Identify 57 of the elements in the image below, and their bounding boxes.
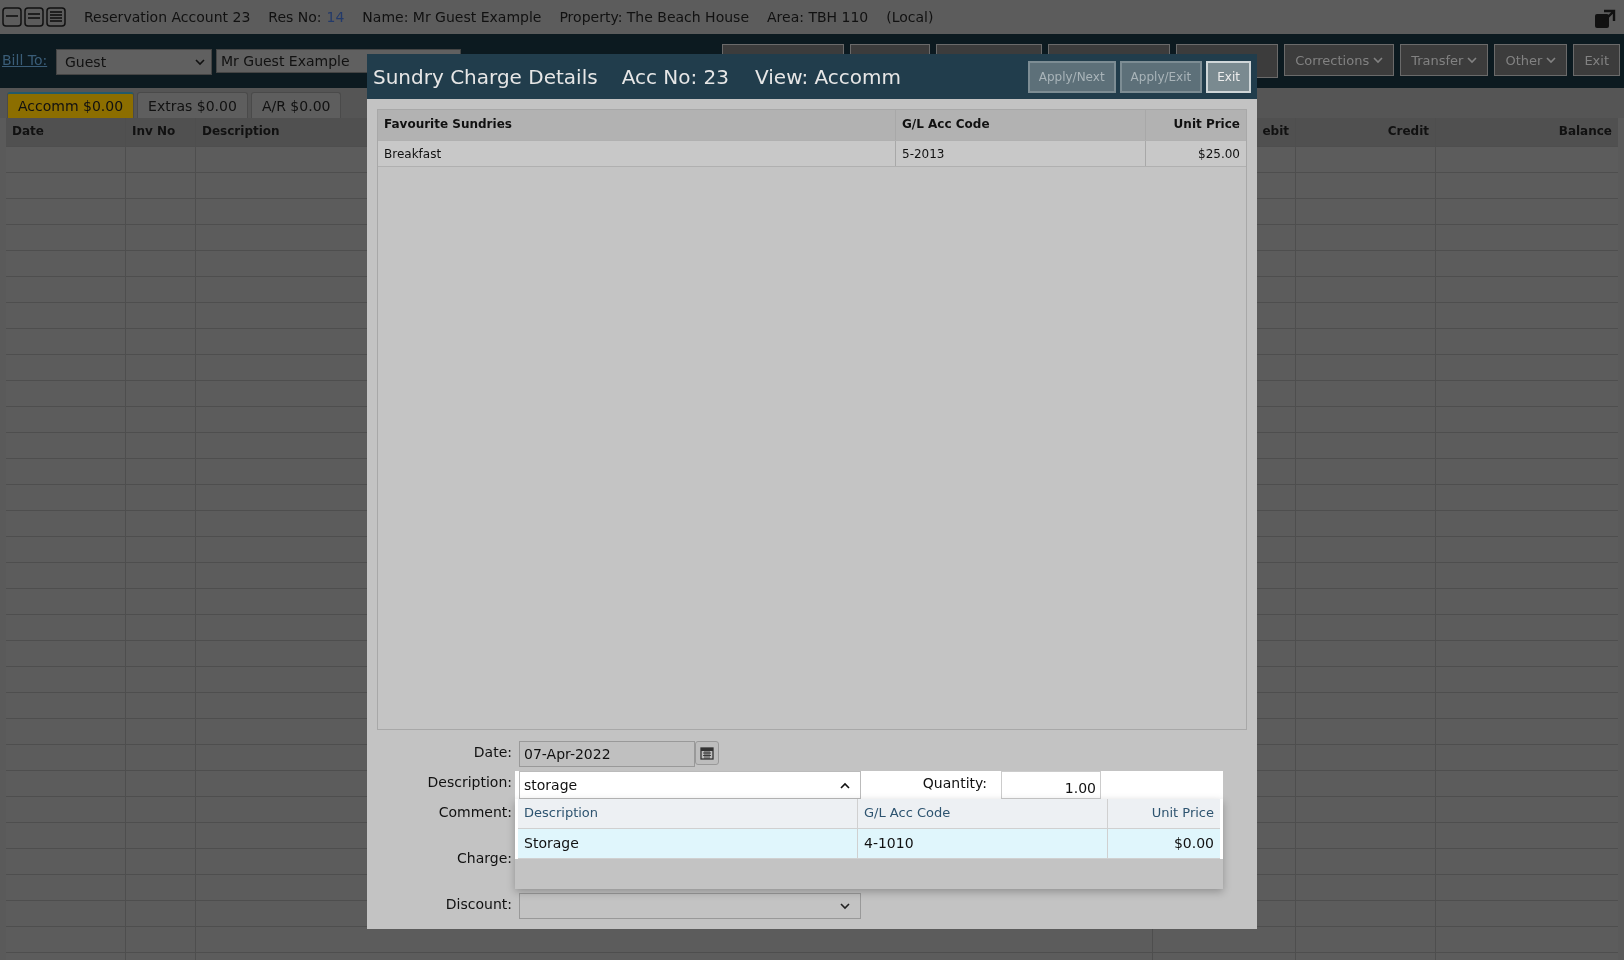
toolbar-button[interactable]: Transfer [1400, 44, 1489, 76]
toolbar-button[interactable]: Exit [1573, 44, 1620, 76]
column-header: Unit Price [1150, 804, 1215, 822]
discount-select[interactable] [519, 893, 861, 919]
field-label: Description: [426, 773, 513, 790]
guest-name: Name: Mr Guest Example [362, 9, 542, 25]
lines-icon [24, 7, 44, 27]
date-field[interactable]: 07-Apr-2022 [519, 741, 695, 767]
description-field[interactable]: storage [519, 771, 861, 799]
external-link-icon [1594, 9, 1616, 29]
reservation-title: Reservation Account 23 [84, 9, 251, 25]
field-label: Quantity: [921, 774, 988, 791]
column-header: G/L Acc Code [858, 799, 1108, 828]
area-label: Area: TBH 110 [767, 9, 869, 25]
column-header: G/L Acc Code [896, 110, 1146, 140]
lines-icon [2, 7, 22, 27]
layout-button[interactable] [24, 7, 44, 27]
location-label: (Local) [886, 9, 934, 25]
quantity-field[interactable]: 1.00 [1001, 771, 1101, 799]
bill-to-select[interactable]: Guest [56, 49, 212, 75]
dialog-button[interactable]: Exit [1206, 60, 1251, 93]
account-number: Acc No: 23 [621, 64, 730, 89]
column-header: Inv No [132, 124, 176, 138]
column-header: Favourite Sundries [378, 110, 896, 140]
calendar-icon [700, 746, 714, 760]
lines-icon [46, 7, 66, 27]
view-label: View: Accomm [755, 64, 902, 89]
calendar-button[interactable] [695, 741, 719, 765]
layout-button[interactable] [46, 7, 66, 27]
column-header: ebit [1262, 124, 1289, 138]
column-header: Description [202, 124, 280, 138]
column-header: Unit Price [1172, 116, 1241, 133]
res-no-value: 14 [326, 9, 345, 25]
tab[interactable]: Extras $0.00 [137, 92, 248, 118]
caret-icon [195, 58, 205, 66]
column-header: Description [518, 799, 858, 828]
column-header: Credit [1387, 124, 1429, 138]
toolbar-button[interactable]: Other [1494, 44, 1568, 76]
table-cell: 5-2013 [896, 141, 1146, 166]
field-label: Discount: [444, 895, 513, 912]
res-no-label: Res No: [268, 9, 322, 25]
caret-icon [840, 781, 850, 789]
tab[interactable]: Accomm $0.00 [7, 92, 135, 118]
field-label: Charge: [456, 849, 513, 866]
field-label: Date: [472, 743, 513, 760]
tab[interactable]: A/R $0.00 [250, 92, 342, 118]
table-cell: Breakfast [378, 141, 896, 166]
bill-to-link[interactable]: Bill To: [2, 52, 52, 68]
layout-button[interactable] [2, 7, 22, 27]
field-label: Comment: [437, 803, 513, 820]
column-header: Balance [1558, 124, 1612, 138]
column-header: Date [12, 124, 44, 138]
suggestion-row[interactable]: Storage 4-1010 $0.00 [518, 829, 1220, 859]
toolbar-button[interactable]: Corrections [1284, 44, 1395, 76]
caret-icon [840, 902, 850, 910]
table-cell-text: $25.00 [1197, 146, 1241, 163]
property-name: Property: The Beach House [559, 9, 749, 25]
